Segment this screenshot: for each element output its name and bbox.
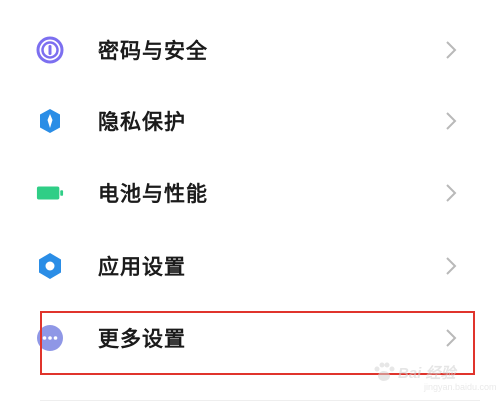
fingerprint-icon <box>36 36 64 64</box>
chevron-right-icon <box>446 41 457 59</box>
chevron-right-icon <box>446 184 457 202</box>
settings-item-battery-performance[interactable]: 电池与性能 <box>0 163 500 223</box>
chevron-right-icon <box>446 112 457 130</box>
watermark-subtext: jingyan.baidu.com <box>424 382 497 392</box>
more-dots-icon <box>36 324 64 352</box>
settings-item-label: 应用设置 <box>98 255 186 279</box>
settings-item-label: 更多设置 <box>98 327 186 351</box>
gear-icon <box>36 252 64 280</box>
settings-item-privacy[interactable]: 隐私保护 <box>0 91 500 151</box>
settings-list: 密码与安全 隐私保护 电池与性能 应用设置 更多设置 Bai 经验 jingya… <box>0 0 500 408</box>
chevron-right-icon <box>446 329 457 347</box>
settings-item-app-settings[interactable]: 应用设置 <box>0 236 500 296</box>
settings-item-password-security[interactable]: 密码与安全 <box>0 20 500 80</box>
settings-item-label: 隐私保护 <box>98 110 186 134</box>
settings-item-more-settings[interactable]: 更多设置 <box>0 308 500 368</box>
chevron-right-icon <box>446 257 457 275</box>
settings-item-label: 密码与安全 <box>98 39 208 63</box>
divider <box>40 400 480 401</box>
battery-icon <box>36 179 64 207</box>
privacy-shield-icon <box>36 107 64 135</box>
settings-item-label: 电池与性能 <box>98 182 208 206</box>
